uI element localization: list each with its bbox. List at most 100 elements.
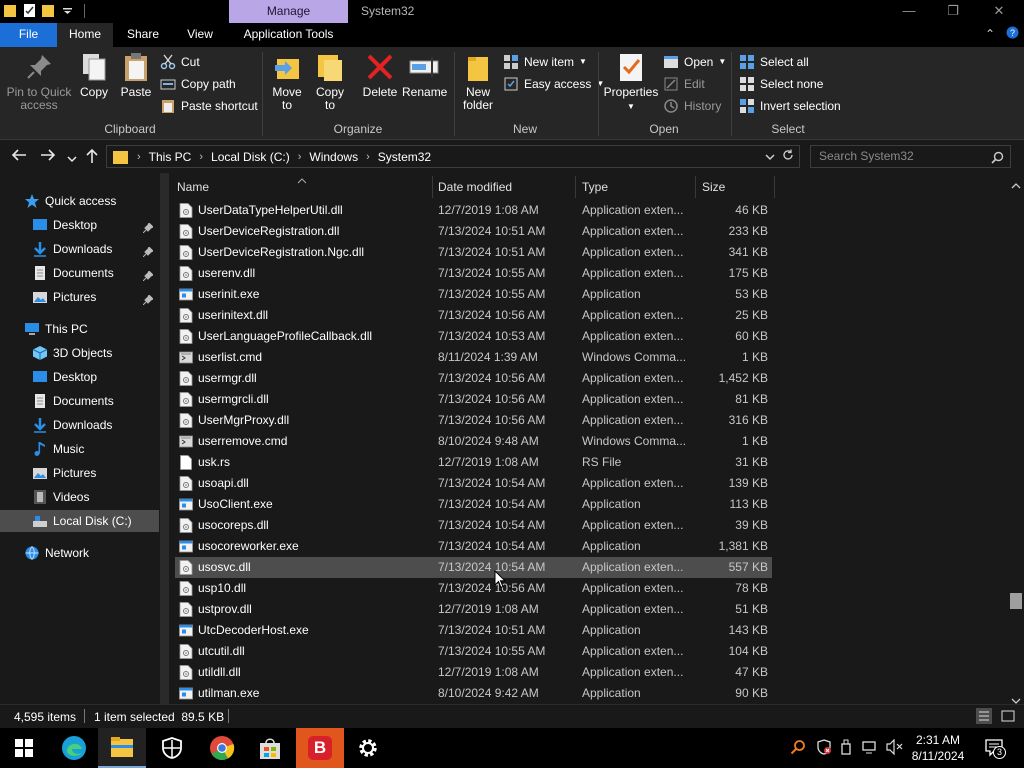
back-arrow-icon[interactable] (11, 148, 27, 165)
address-dropdown-chevron-icon[interactable] (765, 150, 775, 164)
table-row[interactable]: UserMgrProxy.dll 7/13/2024 10:56 AM Applic… (175, 410, 772, 431)
cut-button[interactable]: Cut (160, 52, 200, 72)
column-divider[interactable] (774, 176, 775, 198)
taskbar-b-app[interactable]: B (296, 728, 344, 768)
table-row[interactable]: UserLanguageProfileCallback.dll 7/13/2024… (175, 326, 772, 347)
breadcrumb-local-disk[interactable]: Local Disk (C:) (211, 150, 290, 164)
taskbar-store[interactable] (246, 728, 294, 768)
nav-3d-objects[interactable]: 3D Objects (32, 342, 159, 364)
table-row[interactable]: userenv.dll 7/13/2024 10:55 AM Application… (175, 263, 772, 284)
table-row-selected[interactable]: usosvc.dll 7/13/2024 10:54 AM Application … (175, 557, 772, 578)
customize-qat-icon[interactable] (61, 3, 74, 18)
tab-home[interactable]: Home (57, 23, 113, 47)
move-to-button[interactable]: Move to (268, 51, 306, 112)
taskbar-chrome[interactable] (198, 728, 246, 768)
nav-qa-documents[interactable]: Documents (32, 262, 159, 284)
nav-this-pc[interactable]: This PC (24, 318, 159, 340)
table-row[interactable]: UserDataTypeHelperUtil.dll 12/7/2019 1:08… (175, 200, 772, 221)
search-flame-icon[interactable] (790, 739, 806, 758)
column-divider[interactable] (695, 176, 696, 198)
search-icon[interactable] (991, 150, 1004, 171)
tab-file[interactable]: File (0, 23, 57, 47)
breadcrumb-separator[interactable]: › (366, 151, 370, 163)
scrollbar-thumb[interactable] (1010, 593, 1022, 609)
column-header-name[interactable]: Name (177, 176, 430, 198)
nav-qa-pictures[interactable]: Pictures (32, 286, 159, 308)
table-row[interactable]: usp10.dll 7/13/2024 10:56 AM Application e… (175, 578, 772, 599)
breadcrumb-separator[interactable]: › (298, 151, 302, 163)
nav-desktop[interactable]: Desktop (32, 366, 159, 388)
up-arrow-icon[interactable] (85, 148, 99, 167)
taskbar-security[interactable] (148, 728, 196, 768)
table-row[interactable]: UserDeviceRegistration.dll 7/13/2024 10:5… (175, 221, 772, 242)
nav-documents[interactable]: Documents (32, 390, 159, 412)
breadcrumb-separator[interactable]: › (199, 151, 203, 163)
copy-button[interactable]: Copy (76, 51, 112, 99)
edit-button[interactable]: Edit (663, 74, 705, 94)
tab-manage[interactable]: Manage (229, 0, 348, 23)
large-icons-view-icon[interactable] (1000, 708, 1016, 724)
breadcrumb-system32[interactable]: System32 (378, 150, 431, 164)
properties-icon[interactable] (23, 3, 36, 18)
nav-downloads[interactable]: Downloads (32, 414, 159, 436)
notification-center-icon[interactable]: 3 (984, 737, 1006, 762)
column-header-type[interactable]: Type (582, 176, 694, 198)
breadcrumb-separator[interactable]: › (137, 151, 141, 163)
properties-button[interactable]: Properties ▼ (603, 51, 659, 113)
column-divider[interactable] (432, 176, 433, 198)
taskbar-settings[interactable] (344, 728, 392, 768)
nav-network[interactable]: Network (24, 542, 159, 564)
table-row[interactable]: UsoClient.exe 7/13/2024 10:54 AM Applicati… (175, 494, 772, 515)
new-item-button[interactable]: New item ▼ (503, 52, 587, 72)
tab-application-tools[interactable]: Application Tools (229, 23, 348, 47)
table-row[interactable]: userremove.cmd 8/10/2024 9:48 AM Windows C… (175, 431, 772, 452)
taskbar-clock[interactable]: 2:31 AM 8/11/2024 (908, 732, 968, 764)
pin-icon[interactable] (142, 242, 154, 264)
paste-button[interactable]: Paste (117, 51, 155, 99)
nav-pictures[interactable]: Pictures (32, 462, 159, 484)
table-row[interactable]: utcutil.dll 7/13/2024 10:55 AM Application… (175, 641, 772, 662)
column-divider[interactable] (575, 176, 576, 198)
security-alert-icon[interactable] (816, 739, 832, 758)
help-icon[interactable]: ? (1006, 26, 1019, 42)
paste-shortcut-button[interactable]: Paste shortcut (160, 96, 258, 116)
copy-path-button[interactable]: Copy path (160, 74, 236, 94)
table-row[interactable]: usocoreps.dll 7/13/2024 10:54 AM Applicati… (175, 515, 772, 536)
new-folder-button[interactable]: New folder (459, 51, 497, 112)
copy-to-button[interactable]: Copy to (311, 51, 349, 112)
table-row[interactable]: usocoreworker.exe 7/13/2024 10:54 AM Appli… (175, 536, 772, 557)
volume-muted-icon[interactable] (886, 738, 904, 758)
breadcrumb-windows[interactable]: Windows (309, 150, 358, 164)
pin-icon[interactable] (142, 266, 154, 288)
open-button[interactable]: Open ▼ (663, 52, 726, 72)
scroll-up-arrow-icon[interactable] (1011, 178, 1021, 192)
table-row[interactable]: usermgrcli.dll 7/13/2024 10:56 AM Applicat… (175, 389, 772, 410)
table-row[interactable]: userinitext.dll 7/13/2024 10:56 AM Applica… (175, 305, 772, 326)
table-row[interactable]: userinit.exe 7/13/2024 10:55 AM Applicatio… (175, 284, 772, 305)
vertical-scrollbar[interactable] (1008, 173, 1024, 704)
maximize-button[interactable]: ❐ (930, 0, 976, 23)
pin-quick-access-button[interactable]: Pin to Quick access (6, 51, 72, 112)
forward-arrow-icon[interactable] (40, 148, 56, 165)
delete-button[interactable]: Delete (360, 51, 400, 99)
start-button[interactable] (0, 728, 48, 768)
table-row[interactable]: usermgr.dll 7/13/2024 10:56 AM Application… (175, 368, 772, 389)
breadcrumb-this-pc[interactable]: This PC (149, 150, 192, 164)
details-view-icon[interactable] (976, 708, 992, 724)
nav-videos[interactable]: Videos (32, 486, 159, 508)
network-monitor-icon[interactable] (862, 739, 878, 758)
collapse-ribbon-icon[interactable]: ⌃ (985, 27, 995, 41)
table-row[interactable]: UtcDecoderHost.exe 7/13/2024 10:51 AM Appl… (175, 620, 772, 641)
column-header-size[interactable]: Size (702, 176, 772, 198)
select-none-button[interactable]: Select none (739, 74, 823, 94)
history-button[interactable]: History (663, 96, 721, 116)
nav-qa-downloads[interactable]: Downloads (32, 238, 159, 260)
recent-locations-chevron-icon[interactable] (67, 150, 77, 166)
easy-access-button[interactable]: Easy access ▼ (503, 74, 604, 94)
taskbar-edge[interactable] (50, 728, 98, 768)
nav-quick-access[interactable]: Quick access (24, 190, 159, 212)
table-row[interactable]: userlist.cmd 8/11/2024 1:39 AM Windows Com… (175, 347, 772, 368)
pin-icon[interactable] (142, 290, 154, 312)
nav-local-disk[interactable]: Local Disk (C:) (0, 510, 159, 532)
nav-music[interactable]: Music (32, 438, 159, 460)
